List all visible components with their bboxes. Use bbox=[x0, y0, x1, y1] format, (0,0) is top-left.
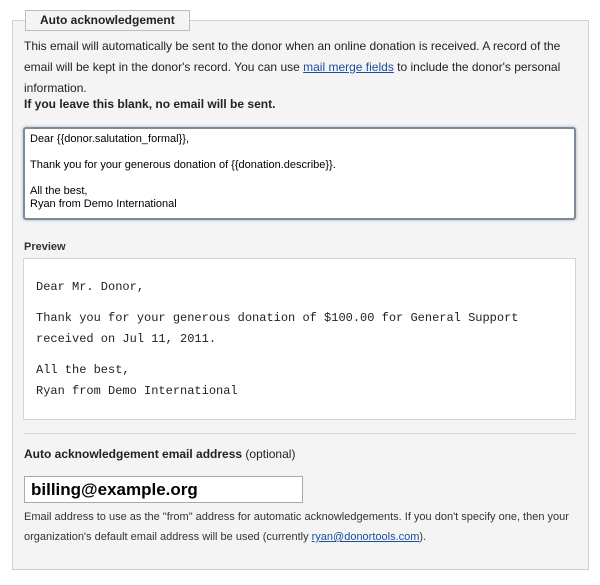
email-body-textarea[interactable]: Dear {{donor.salutation_formal}}, Thank … bbox=[23, 127, 576, 220]
editor-line-closing: All the best, bbox=[30, 185, 88, 197]
default-email-link[interactable]: ryan@donortools.com bbox=[312, 531, 420, 543]
email-address-label: Auto acknowledgement email address (opti… bbox=[24, 447, 295, 461]
section-divider bbox=[24, 433, 576, 434]
preview-line-signature: Ryan from Demo International bbox=[36, 384, 238, 398]
preview-line: All the best, Ryan from Demo Internationa… bbox=[36, 360, 563, 402]
editor-line: Dear {{donor.salutation_formal}}, bbox=[30, 133, 190, 145]
mail-merge-fields-link[interactable]: mail merge fields bbox=[303, 60, 394, 74]
email-address-input[interactable] bbox=[24, 476, 303, 503]
hint-part2: ). bbox=[419, 531, 427, 543]
editor-line: All the best, Ryan from Demo Internationa… bbox=[30, 185, 569, 211]
hint-part1: Email address to use as the "from" addre… bbox=[24, 511, 569, 543]
editor-line: Thank you for your generous donation of … bbox=[30, 159, 336, 171]
preview-line: Thank you for your generous donation of … bbox=[36, 311, 519, 346]
section-legend: Auto acknowledgement bbox=[25, 10, 190, 31]
preview-line: Dear Mr. Donor, bbox=[36, 280, 145, 294]
preview-line-closing: All the best, bbox=[36, 363, 130, 377]
email-address-hint: Email address to use as the "from" addre… bbox=[24, 507, 579, 547]
preview-label: Preview bbox=[24, 241, 66, 253]
blank-warning: If you leave this blank, no email will b… bbox=[24, 97, 276, 111]
optional-tag: (optional) bbox=[245, 447, 296, 461]
email-address-label-text: Auto acknowledgement email address bbox=[24, 447, 243, 461]
intro-text: This email will automatically be sent to… bbox=[24, 36, 579, 99]
editor-line-signature: Ryan from Demo International bbox=[30, 198, 177, 210]
email-preview: Dear Mr. Donor, Thank you for your gener… bbox=[23, 258, 576, 420]
